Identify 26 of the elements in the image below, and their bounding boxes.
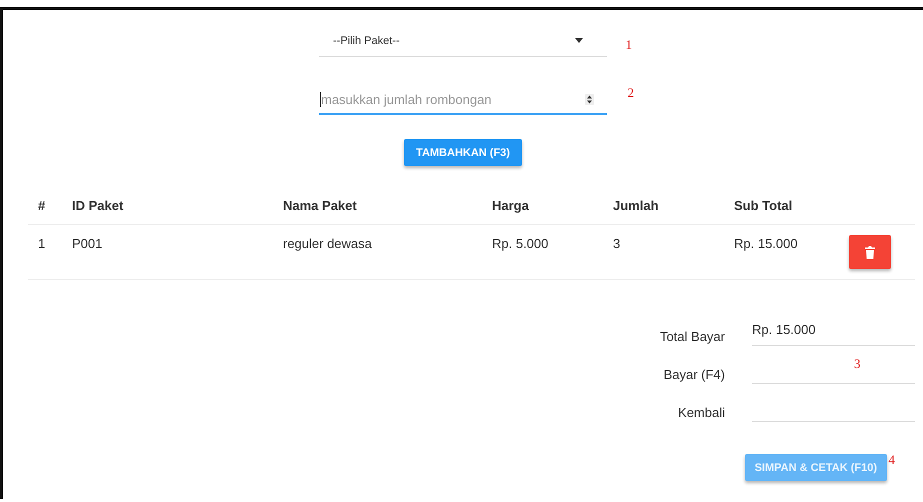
column-header: Harga [491, 198, 530, 212]
caret-icon [575, 38, 583, 43]
field-value: Rp. 15.000 [752, 322, 816, 337]
table-cell-text: Rp. 15.000 [733, 235, 799, 251]
field-label: Total Bayar [658, 328, 725, 344]
column-header: ID Paket [71, 198, 124, 212]
column-header: Nama Paket [282, 198, 358, 212]
field-label: Bayar (F4) [662, 366, 725, 382]
annotation-number: 4 [888, 452, 895, 468]
column-header: # [37, 198, 46, 212]
table-cell-text: P001 [71, 235, 104, 251]
field-label: Kembali [677, 404, 725, 420]
annotation-number: 3 [854, 356, 860, 372]
input-field[interactable]: 3 [752, 354, 915, 384]
column-header: Sub Total [733, 198, 794, 212]
trash-icon [865, 246, 875, 258]
table-cell-text: Rp. 5.000 [491, 235, 550, 251]
delete-button[interactable] [849, 235, 891, 269]
add-button[interactable]: TAMBAHKAN (F3) [404, 139, 522, 166]
table-cell-text: reguler dewasa [282, 235, 373, 251]
column-header: Jumlah [612, 198, 660, 212]
spinner-icon [585, 94, 594, 105]
annotation-number: 1 [626, 37, 632, 53]
annotation-number: 2 [628, 85, 634, 101]
table-cell-text: 3 [612, 235, 622, 251]
table-cell-text: 1 [37, 235, 46, 251]
